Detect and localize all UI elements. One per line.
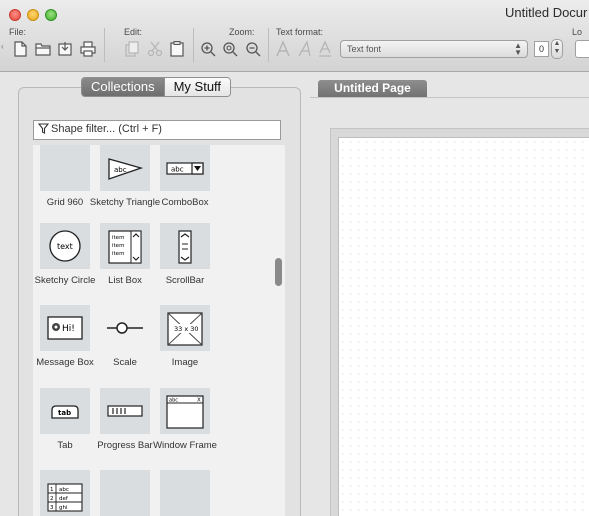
shape-tile-list-box[interactable]: item item item xyxy=(100,223,150,269)
minimize-window-button[interactable] xyxy=(27,9,39,21)
shape-tile-scale[interactable] xyxy=(100,305,150,351)
toolbar-overflow-icon[interactable]: ‹ xyxy=(1,42,5,51)
listbox-item-text: item xyxy=(112,243,124,249)
font-family-select[interactable]: Text font ▲ ▼ xyxy=(340,40,528,58)
shape-tile-sketchy-circle[interactable]: text xyxy=(40,223,90,269)
zoom-actual-icon[interactable] xyxy=(221,40,239,58)
edit-group-label: Edit: xyxy=(124,27,143,37)
grid-row-text: 2 xyxy=(50,496,54,502)
text-bold-icon[interactable] xyxy=(274,40,292,58)
scrollbar-thumb[interactable] xyxy=(275,258,282,286)
grid-cell-text: def xyxy=(59,496,69,502)
shape-tile-scrollbar[interactable] xyxy=(160,223,210,269)
tab-my-stuff[interactable]: My Stuff xyxy=(163,78,231,96)
grid-row-text: 3 xyxy=(50,505,54,511)
text-italic-icon[interactable] xyxy=(296,40,314,58)
toolbar: Untitled Docur ‹ File: Edit: Zoom: Text … xyxy=(0,0,589,72)
text-underline-icon[interactable] xyxy=(316,40,334,58)
window-title: Untitled Docur xyxy=(505,5,588,20)
font-family-value: Text font xyxy=(347,44,382,54)
listbox-item-text: item xyxy=(112,235,124,241)
file-group-label: File: xyxy=(9,27,27,37)
save-icon[interactable] xyxy=(56,40,74,58)
text-format-group-label: Text format: xyxy=(276,27,324,37)
library-tabs: Collections My Stuff xyxy=(81,77,232,97)
shape-filter-input[interactable]: Shape filter... (Ctrl + F) xyxy=(33,120,281,140)
print-icon[interactable] xyxy=(79,40,97,58)
grid-cell-text: abc xyxy=(59,487,69,493)
shape-tile-combobox[interactable]: abc xyxy=(160,145,210,191)
circle-icon-text: text xyxy=(57,242,73,251)
open-folder-icon[interactable] xyxy=(34,40,52,58)
partial-toolbar-control[interactable] xyxy=(575,40,589,58)
shape-tile-image[interactable]: 33 x 30 xyxy=(160,305,210,351)
shape-tile-blank[interactable] xyxy=(160,470,210,516)
shape-filter-placeholder: Shape filter... (Ctrl + F) xyxy=(51,123,162,135)
tab-collections[interactable]: Collections xyxy=(82,78,164,96)
filter-icon xyxy=(37,123,50,137)
shape-tile-sketchy-triangle[interactable]: abc xyxy=(100,145,150,191)
zoom-in-icon[interactable] xyxy=(199,40,217,58)
page-tabs-divider xyxy=(310,97,589,98)
grid-cell-text: ghi xyxy=(59,505,68,511)
shape-library: abc abc Grid 960 Sketchy Triangle ComboB… xyxy=(33,145,285,516)
listbox-item-text: item xyxy=(112,251,124,257)
shape-label: ScrollBar xyxy=(165,275,205,286)
window-icon-close: X xyxy=(197,398,201,404)
triangle-icon-text: abc xyxy=(114,166,127,174)
duplicate-icon[interactable] xyxy=(123,40,141,58)
drawing-canvas[interactable] xyxy=(338,137,589,516)
shape-tile-grid-960[interactable] xyxy=(40,145,90,191)
close-window-button[interactable] xyxy=(9,9,21,21)
font-size-input[interactable]: 0 xyxy=(534,41,549,57)
shape-tile-window-frame[interactable]: abc X xyxy=(160,388,210,434)
zoom-out-icon[interactable] xyxy=(244,40,262,58)
tab-untitled-page[interactable]: Untitled Page xyxy=(318,80,427,97)
combobox-icon-text: abc xyxy=(171,166,184,174)
new-document-icon[interactable] xyxy=(11,40,29,58)
message-icon-text: Hi! xyxy=(62,324,75,334)
shape-library-scrollbar[interactable] xyxy=(271,145,285,516)
window-icon-title: abc xyxy=(169,398,178,404)
shape-tile-message-box[interactable]: Hi! xyxy=(40,305,90,351)
toolbar-separator xyxy=(104,28,105,62)
paste-icon[interactable] xyxy=(168,40,186,58)
shape-tile-blank[interactable] xyxy=(100,470,150,516)
maximize-window-button[interactable] xyxy=(45,9,57,21)
shape-label: ComboBox xyxy=(161,197,209,208)
partial-group-label: Lo xyxy=(572,27,583,37)
select-arrows-icon: ▲ ▼ xyxy=(514,41,522,57)
toolbar-separator xyxy=(193,28,194,62)
image-icon-text: 33 x 30 xyxy=(174,325,199,333)
shape-tile-data-grid[interactable]: 1 2 3 abc def ghi xyxy=(40,470,90,516)
grid-row-text: 1 xyxy=(50,487,54,493)
shape-tile-tab[interactable]: tab xyxy=(40,388,90,434)
shape-label: Window Frame xyxy=(153,440,217,451)
shape-tile-progress-bar[interactable] xyxy=(100,388,150,434)
tab-icon-text: tab xyxy=(58,409,71,417)
toolbar-separator xyxy=(268,28,269,62)
zoom-group-label: Zoom: xyxy=(229,27,255,37)
cut-icon[interactable] xyxy=(146,40,164,58)
shape-label: Image xyxy=(171,357,199,368)
font-size-stepper[interactable]: ▲ ▼ xyxy=(551,39,563,59)
